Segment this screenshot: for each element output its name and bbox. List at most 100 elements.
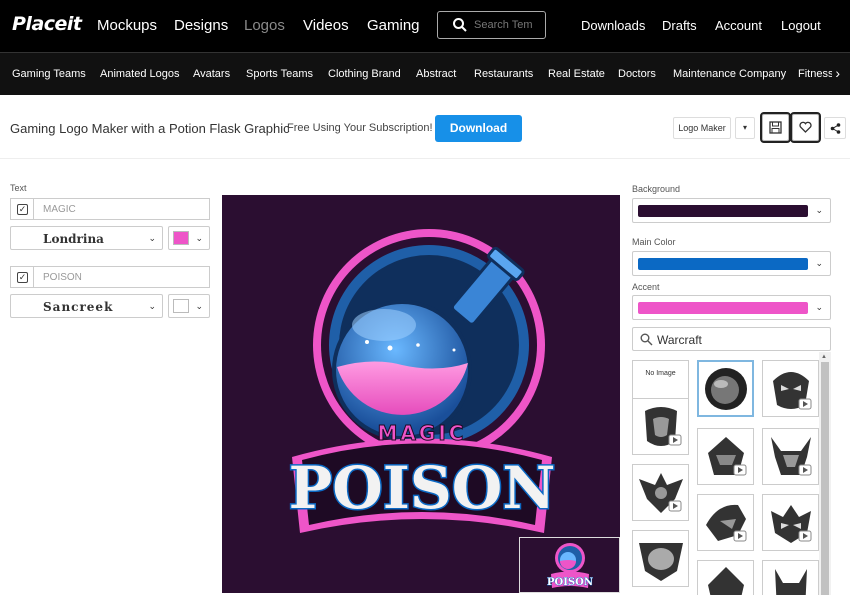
accent-color-select[interactable]: ⌄ bbox=[632, 295, 831, 320]
gallery-scrollbar[interactable]: ▲ bbox=[819, 352, 831, 595]
logo-word-magic: MAGIC bbox=[378, 421, 467, 445]
text2-color-select[interactable]: ⌄ bbox=[168, 294, 210, 318]
demon-icon bbox=[775, 569, 807, 595]
logo-preview-canvas[interactable]: MAGIC POISON bbox=[222, 195, 620, 593]
category-sports-teams[interactable]: Sports Teams bbox=[246, 68, 313, 80]
category-clothing-brand[interactable]: Clothing Brand bbox=[328, 68, 401, 80]
nav-downloads[interactable]: Downloads bbox=[581, 18, 645, 33]
background-label: Background bbox=[632, 184, 681, 194]
gallery-tile-warrior-2[interactable] bbox=[697, 428, 754, 485]
main-color-label: Main Color bbox=[632, 237, 676, 247]
text1-color-select[interactable]: ⌄ bbox=[168, 226, 210, 250]
icon-search-input[interactable]: Warcraft bbox=[632, 327, 831, 351]
knight-icon bbox=[706, 504, 747, 542]
save-icon bbox=[769, 121, 782, 134]
text2-font-name: Sancreek bbox=[43, 300, 114, 314]
search-placeholder: Search Tem bbox=[474, 19, 533, 31]
search-icon bbox=[640, 333, 653, 346]
chevron-down-icon: ⌄ bbox=[815, 258, 823, 268]
favorite-button[interactable] bbox=[790, 112, 821, 143]
chevron-down-icon: ⌄ bbox=[195, 233, 203, 243]
goblin-icon bbox=[639, 543, 683, 581]
search-box[interactable]: Search Tem bbox=[437, 11, 546, 39]
gallery-tile-dragon[interactable] bbox=[632, 464, 689, 521]
logo-word-poison: POISON bbox=[289, 454, 556, 522]
logo-maker-dropdown[interactable]: ▾ bbox=[735, 117, 755, 139]
download-button[interactable]: Download bbox=[435, 115, 522, 142]
brand-logo[interactable]: Placeit bbox=[12, 13, 82, 35]
heart-icon bbox=[799, 121, 812, 133]
top-navbar: Placeit Mockups Designs Logos Videos Gam… bbox=[0, 0, 850, 52]
nav-videos[interactable]: Videos bbox=[303, 17, 349, 34]
orc-icon bbox=[773, 372, 812, 410]
text-section-label: Text bbox=[10, 183, 27, 193]
gallery-tile-knight[interactable] bbox=[697, 494, 754, 551]
page-title: Gaming Logo Maker with a Potion Flask Gr… bbox=[10, 121, 290, 136]
chevron-down-icon: ⌄ bbox=[195, 301, 203, 311]
text1-color-swatch bbox=[173, 231, 189, 245]
nav-gaming[interactable]: Gaming bbox=[367, 17, 420, 34]
text1-input[interactable]: MAGIC bbox=[33, 198, 210, 220]
category-abstract[interactable]: Abstract bbox=[416, 68, 456, 80]
icon-search-value: Warcraft bbox=[657, 333, 702, 347]
potion-logo: MAGIC POISON bbox=[287, 229, 557, 533]
text2-color-swatch bbox=[173, 299, 189, 313]
dragon-icon bbox=[639, 473, 683, 513]
viking-icon bbox=[708, 567, 744, 595]
search-icon bbox=[453, 18, 467, 32]
category-avatars[interactable]: Avatars bbox=[193, 68, 230, 80]
save-draft-button[interactable] bbox=[760, 112, 791, 143]
share-button[interactable] bbox=[824, 117, 846, 139]
gallery-tile-orc[interactable] bbox=[762, 360, 819, 417]
background-color-select[interactable]: ⌄ bbox=[632, 198, 831, 223]
beast-icon bbox=[771, 505, 812, 543]
nav-account[interactable]: Account bbox=[715, 18, 762, 33]
category-animated-logos[interactable]: Animated Logos bbox=[100, 68, 180, 80]
chevron-down-icon: ⌄ bbox=[815, 302, 823, 312]
text2-font-select[interactable]: Sancreek ⌄ bbox=[10, 294, 163, 318]
gallery-tile-horned[interactable] bbox=[762, 428, 819, 485]
nav-logos[interactable]: Logos bbox=[244, 17, 285, 34]
background-color-swatch bbox=[638, 205, 808, 217]
text2-input[interactable]: POISON bbox=[33, 266, 210, 288]
category-fitness[interactable]: Fitness bbox=[798, 68, 832, 80]
text1-checkbox[interactable]: ✓ bbox=[10, 198, 34, 220]
potion-icon bbox=[705, 368, 747, 410]
scrollbar-thumb[interactable] bbox=[821, 362, 829, 595]
thumbnail-word: POISON bbox=[547, 577, 593, 588]
horned-helmet-icon bbox=[771, 437, 812, 476]
chevron-down-icon: ⌄ bbox=[148, 233, 156, 243]
gallery-tile-goblin[interactable] bbox=[632, 530, 689, 587]
nav-designs[interactable]: Designs bbox=[174, 17, 228, 34]
nav-drafts[interactable]: Drafts bbox=[662, 18, 697, 33]
chevron-right-icon[interactable]: › bbox=[835, 65, 840, 81]
product-header: Gaming Logo Maker with a Potion Flask Gr… bbox=[0, 95, 850, 159]
warrior-icon bbox=[645, 407, 682, 446]
icon-gallery: No Image bbox=[632, 360, 820, 595]
check-icon: ✓ bbox=[17, 204, 28, 215]
logo-maker-button[interactable]: Logo Maker bbox=[673, 117, 731, 139]
category-gaming-teams[interactable]: Gaming Teams bbox=[12, 68, 86, 80]
gallery-tile-potion[interactable] bbox=[697, 360, 754, 417]
gallery-tile-demon[interactable] bbox=[762, 560, 819, 595]
nav-mockups[interactable]: Mockups bbox=[97, 17, 157, 34]
nav-logout[interactable]: Logout bbox=[781, 18, 821, 33]
subscription-note: Free Using Your Subscription! bbox=[287, 122, 433, 134]
category-doctors[interactable]: Doctors bbox=[618, 68, 656, 80]
category-maintenance-company[interactable]: Maintenance Company bbox=[673, 68, 786, 80]
gallery-tile-viking[interactable] bbox=[697, 560, 754, 595]
gallery-tile-beast[interactable] bbox=[762, 494, 819, 551]
scroll-up-icon[interactable]: ▲ bbox=[821, 354, 827, 360]
chevron-down-icon: ⌄ bbox=[148, 301, 156, 311]
main-color-select[interactable]: ⌄ bbox=[632, 251, 831, 276]
text1-font-name: Londrina bbox=[43, 232, 104, 246]
gallery-tile-warrior-1[interactable] bbox=[632, 398, 689, 455]
main-color-swatch bbox=[638, 258, 808, 270]
check-icon: ✓ bbox=[17, 272, 28, 283]
category-restaurants[interactable]: Restaurants bbox=[474, 68, 533, 80]
helmet-icon bbox=[708, 437, 747, 476]
text2-checkbox[interactable]: ✓ bbox=[10, 266, 34, 288]
logo-thumbnail-preview: POISON bbox=[519, 537, 620, 593]
text1-font-select[interactable]: Londrina ⌄ bbox=[10, 226, 163, 250]
category-real-estate[interactable]: Real Estate bbox=[548, 68, 605, 80]
